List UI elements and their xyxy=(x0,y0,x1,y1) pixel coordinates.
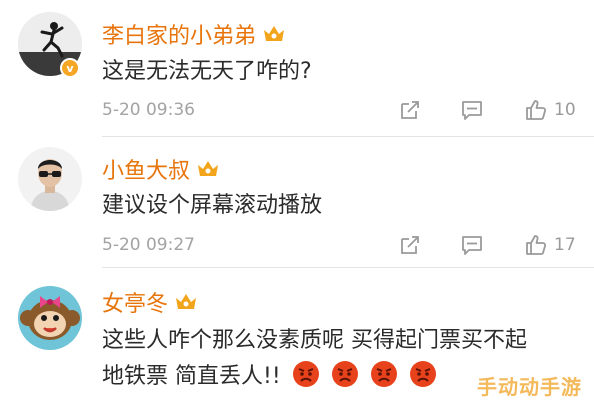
like-button[interactable]: 17 xyxy=(524,233,576,257)
crown-badge-icon xyxy=(262,23,286,45)
comment-meta: 5-20 09:36 10 xyxy=(102,98,582,122)
verified-badge-icon: v xyxy=(60,58,80,78)
like-count: 17 xyxy=(554,235,576,255)
reply-button[interactable] xyxy=(460,233,484,257)
like-button[interactable]: 10 xyxy=(524,98,576,122)
avatar[interactable] xyxy=(18,147,82,211)
crown-badge-icon xyxy=(196,158,220,180)
comment-text: 建议设个屏幕滚动播放 xyxy=(102,193,323,218)
username[interactable]: 女亭冬 xyxy=(102,286,198,318)
reply-button[interactable] xyxy=(460,98,484,122)
angry-face-icon xyxy=(370,361,397,387)
username-label[interactable]: 李白家的小弟弟 xyxy=(102,18,256,50)
timestamp: 5-20 09:27 xyxy=(102,235,195,255)
comment-text: 地铁票 简直丢人!! xyxy=(102,364,281,389)
comment-text: 这是无法无天了咋的? xyxy=(102,59,312,84)
comment-meta: 5-20 09:27 17 xyxy=(102,233,582,257)
share-icon xyxy=(401,236,419,254)
timestamp: 5-20 09:36 xyxy=(102,100,195,120)
angry-face-icon xyxy=(409,361,436,387)
comment-item: v 李白家的小弟弟 这是无法无天了咋的? 5-20 09:36 10 xyxy=(0,0,594,137)
crown-badge-icon xyxy=(174,291,198,313)
svg-text:v: v xyxy=(66,62,74,75)
avatar-image xyxy=(18,147,82,211)
comment-icon xyxy=(462,236,482,255)
like-count: 10 xyxy=(554,100,576,120)
angry-face-icon xyxy=(292,361,319,387)
share-icon xyxy=(401,101,419,119)
angry-face-icon xyxy=(331,361,358,387)
comment-item: 小鱼大叔 建议设个屏幕滚动播放 5-20 09:27 17 xyxy=(0,137,594,268)
share-button[interactable] xyxy=(398,233,422,257)
comment-text-line-2: 地铁票 简直丢人!! xyxy=(102,360,437,394)
avatar-image xyxy=(18,286,82,350)
emoji-group xyxy=(288,361,437,389)
avatar[interactable] xyxy=(18,286,82,350)
like-icon xyxy=(526,235,547,255)
username-label[interactable]: 小鱼大叔 xyxy=(102,153,190,185)
username-label[interactable]: 女亭冬 xyxy=(102,286,168,318)
share-button[interactable] xyxy=(398,98,422,122)
comment-icon xyxy=(462,101,482,120)
like-icon xyxy=(526,100,547,120)
comment-text-line-1: 这些人咋个那么没素质呢 买得起门票买不起 xyxy=(102,328,527,353)
username[interactable]: 李白家的小弟弟 xyxy=(102,18,286,50)
watermark: 手动动手游 xyxy=(477,375,582,399)
username[interactable]: 小鱼大叔 xyxy=(102,153,220,185)
